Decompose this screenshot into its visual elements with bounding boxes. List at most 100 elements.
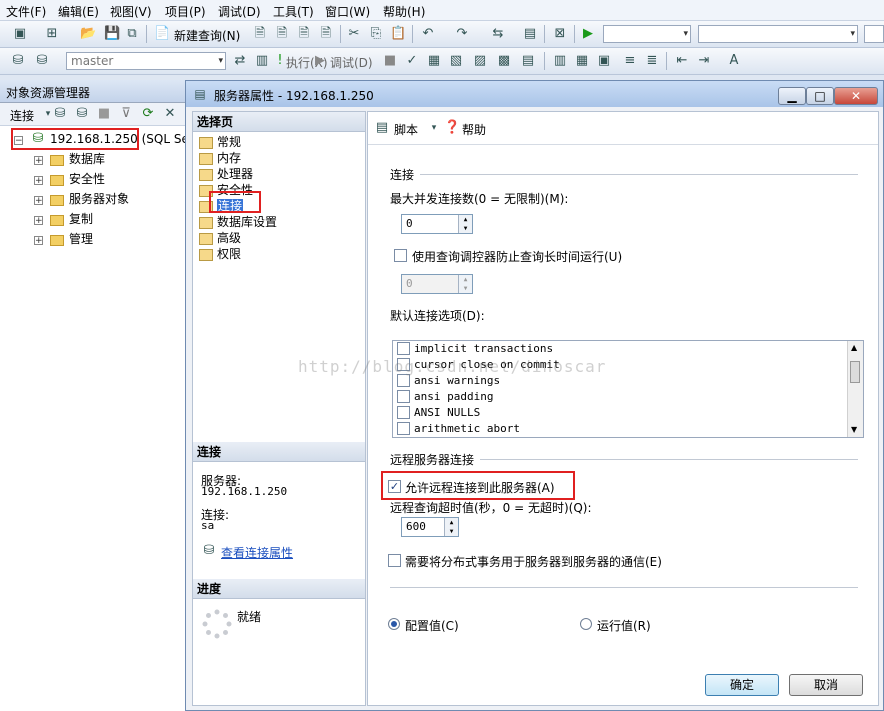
scroll-up-icon[interactable]: ▲ (851, 343, 857, 352)
view-connection-properties-link[interactable]: 查看连接属性 (221, 544, 293, 561)
new-query-button[interactable]: 新建查询(N) (174, 27, 240, 44)
script-button[interactable]: 脚本 (394, 121, 418, 138)
distributed-transactions-checkbox[interactable] (388, 554, 401, 567)
specify-values-icon[interactable]: A (726, 53, 742, 69)
filter-icon[interactable]: ⊽ (118, 106, 134, 122)
connect-server-icon[interactable]: ⛁ (52, 106, 68, 122)
tree-node-databases[interactable]: 数据库 (69, 150, 105, 168)
tree-node-server-objects[interactable]: 服务器对象 (69, 190, 129, 208)
parse-icon[interactable]: ✓ (404, 53, 420, 69)
undo-icon[interactable]: ↶ (420, 26, 436, 42)
paste-icon[interactable]: 📋 (390, 26, 406, 42)
expand-icon[interactable]: + (34, 236, 43, 246)
stop-icon[interactable]: ■ (382, 53, 398, 69)
page-advanced[interactable]: 高级 (199, 230, 241, 246)
spin-down-icon[interactable]: ▼ (444, 527, 458, 536)
save-icon[interactable]: 💾 (104, 26, 120, 42)
expand-icon[interactable]: + (34, 216, 43, 226)
add-item-icon[interactable]: ⊞ (44, 26, 60, 42)
db-query-icon[interactable]: 🗎 (252, 26, 268, 42)
expand-icon[interactable]: + (34, 176, 43, 186)
copy-icon[interactable]: ⎘ (368, 26, 384, 42)
toolbox-icon[interactable]: ⊠ (552, 26, 568, 42)
estimated-plan-icon[interactable]: ▦ (426, 53, 442, 69)
expand-icon[interactable]: + (34, 196, 43, 206)
menu-file[interactable]: 文件(F) (6, 3, 46, 20)
menu-tools[interactable]: 工具(T) (273, 3, 314, 20)
change-connection-icon[interactable]: ⇄ (232, 53, 248, 69)
menu-view[interactable]: 视图(V) (110, 3, 152, 20)
tree-node-security[interactable]: 安全性 (69, 170, 105, 188)
dmx-query-icon[interactable]: 🗎 (296, 26, 312, 42)
disconnect-icon[interactable]: ⛁ (34, 53, 50, 69)
page-general[interactable]: 常规 (199, 134, 241, 150)
help-button[interactable]: 帮助 (462, 121, 486, 138)
uncomment-icon[interactable]: ≣ (644, 53, 660, 69)
expand-icon[interactable]: + (34, 156, 43, 166)
client-stats-icon[interactable]: ▤ (520, 53, 536, 69)
menu-project[interactable]: 项目(P) (165, 3, 206, 20)
options-scrollbar[interactable]: ▲ ▼ (847, 341, 863, 437)
query-options-icon[interactable]: ▧ (448, 53, 464, 69)
open-folder-icon[interactable]: 📂 (80, 26, 96, 42)
redo-icon[interactable]: ↷ (454, 26, 470, 42)
option-arithmetic-abort[interactable]: arithmetic abort (397, 421, 520, 437)
connect-icon[interactable]: ⛁ (10, 53, 26, 69)
solution-platform-dropdown[interactable]: ▾ (698, 25, 858, 43)
new-project-icon[interactable]: ▣ (12, 26, 28, 42)
option-checkbox[interactable] (397, 389, 410, 403)
cancel-button[interactable]: 取消 (789, 674, 863, 696)
tree-node-replication[interactable]: 复制 (69, 210, 93, 228)
minimize-button[interactable]: ▁ (778, 87, 806, 105)
page-processors[interactable]: 处理器 (199, 166, 253, 182)
results-grid-icon[interactable]: ▦ (574, 53, 590, 69)
option-implicit-transactions[interactable]: implicit transactions (397, 341, 553, 357)
comment-icon[interactable]: ≡ (622, 53, 638, 69)
option-checkbox[interactable] (397, 421, 410, 435)
option-ansi-padding[interactable]: ansi padding (397, 389, 493, 405)
scroll-thumb[interactable] (850, 361, 860, 383)
query-governor-checkbox[interactable] (394, 249, 407, 262)
cut-icon[interactable]: ✂ (346, 26, 362, 42)
include-plan-icon[interactable]: ▩ (496, 53, 512, 69)
menu-debug[interactable]: 调试(D) (218, 3, 261, 20)
results-text-icon[interactable]: ▥ (552, 53, 568, 69)
mdx-query-icon[interactable]: 🗎 (274, 26, 290, 42)
connect-button[interactable]: 连接 (10, 107, 34, 124)
results-file-icon[interactable]: ▣ (596, 53, 612, 69)
disconnect-server-icon[interactable]: ⛁ (74, 106, 90, 122)
page-database-settings[interactable]: 数据库设置 (199, 214, 277, 230)
help-icon[interactable]: ❓ (444, 120, 460, 136)
spin-down-icon[interactable]: ▼ (458, 224, 472, 233)
menu-help[interactable]: 帮助(H) (383, 3, 425, 20)
debug-icon[interactable]: ▶ (312, 53, 328, 69)
close-icon[interactable]: ✕ (162, 106, 178, 122)
start-icon[interactable]: ▶ (580, 26, 596, 42)
save-all-icon[interactable]: ⧉ (124, 26, 140, 42)
menu-edit[interactable]: 编辑(E) (58, 3, 99, 20)
tree-node-management[interactable]: 管理 (69, 230, 93, 248)
xmla-query-icon[interactable]: 🗎 (318, 26, 334, 42)
remote-timeout-input[interactable]: 600 ▲ ▼ (401, 517, 459, 537)
option-checkbox[interactable] (397, 341, 410, 355)
refresh-icon[interactable]: ⟳ (140, 106, 156, 122)
new-query-icon[interactable]: 📄 (154, 26, 170, 42)
default-options-list[interactable]: implicit transactions cursor close on co… (392, 340, 864, 438)
chevron-down-icon[interactable]: ▾ (426, 120, 442, 136)
page-permissions[interactable]: 权限 (199, 246, 241, 262)
debug-button[interactable]: 调试(D) (330, 54, 373, 71)
spin-down-icon[interactable]: ▼ (458, 284, 472, 293)
configured-values-radio[interactable] (388, 618, 400, 630)
maximize-button[interactable]: □ (806, 87, 834, 105)
ok-button[interactable]: 确定 (705, 674, 779, 696)
stop-icon[interactable]: ■ (96, 106, 112, 122)
properties-icon[interactable]: ▤ (522, 26, 538, 42)
indent-icon[interactable]: ⇥ (696, 53, 712, 69)
find-dropdown[interactable] (864, 25, 884, 43)
menu-window[interactable]: 窗口(W) (325, 3, 370, 20)
running-values-radio[interactable] (580, 618, 592, 630)
page-memory[interactable]: 内存 (199, 150, 241, 166)
max-connections-input[interactable]: 0 ▲ ▼ (401, 214, 473, 234)
spin-up-icon[interactable]: ▲ (444, 518, 458, 527)
intellisense-icon[interactable]: ▨ (472, 53, 488, 69)
